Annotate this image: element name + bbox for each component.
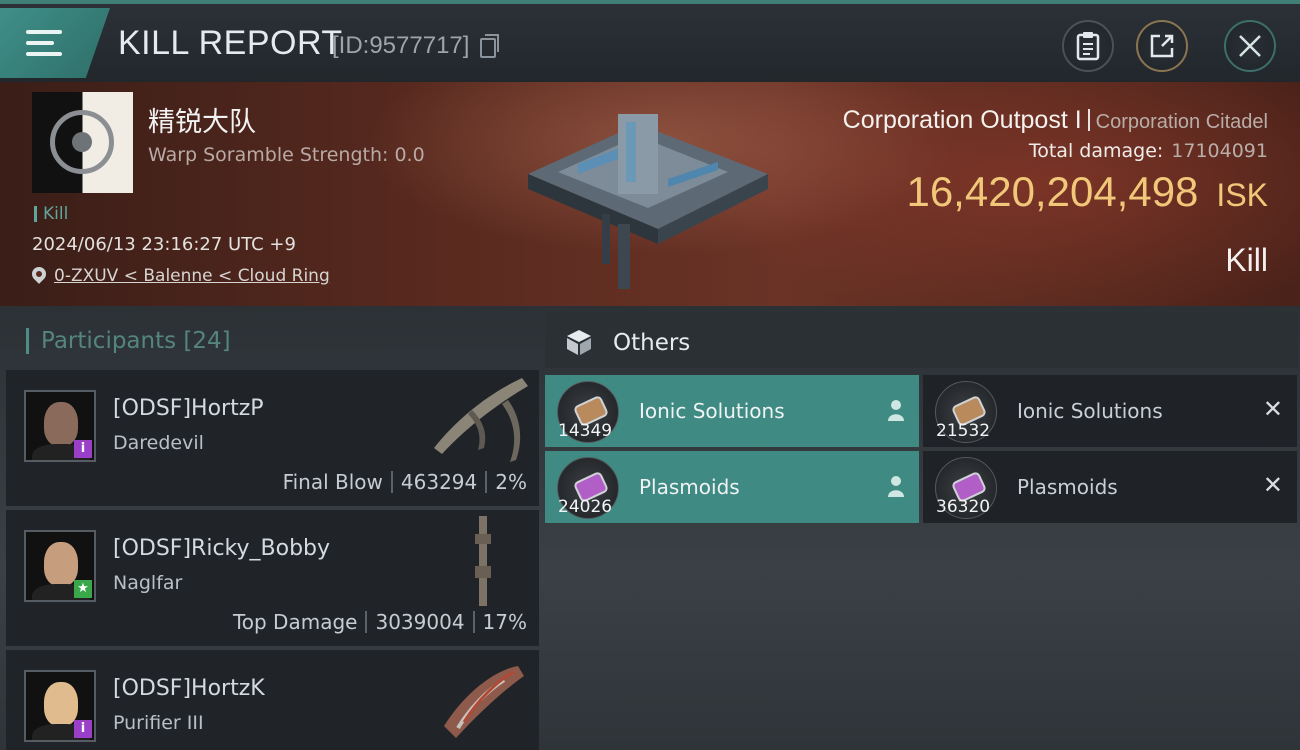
participant-ship: Daredevil: [113, 432, 204, 454]
location-pin-icon: [29, 264, 49, 284]
item-qty: 24026: [558, 497, 613, 517]
kill-location-link[interactable]: 0-ZXUV < Balenne < Cloud Ring: [54, 266, 330, 286]
item-name: Plasmoids: [1017, 475, 1118, 499]
share-icon: [1150, 34, 1174, 58]
badge: i: [74, 720, 92, 738]
close-button[interactable]: [1224, 20, 1276, 72]
participants-header: Participants [24]: [26, 328, 231, 354]
item-qty: 14349: [558, 421, 613, 441]
badge: i: [74, 440, 92, 458]
participant-row[interactable]: i [ODSF]HortzP Daredevil Final Blow 46329…: [6, 370, 539, 506]
victim-corp-name: 精锐大队: [148, 107, 256, 138]
item-name: Plasmoids: [639, 475, 740, 499]
others-panel: Others 14349 Ionic Solutions 21532 Ionic…: [545, 312, 1298, 750]
participant-percent: 2%: [495, 470, 527, 494]
participant-ship: Naglfar: [113, 572, 183, 594]
isk-amount: 16,420,204,498: [906, 168, 1199, 215]
ship-image: [434, 378, 528, 462]
warp-scramble-strength: Warp Soramble Strength: 0.0: [148, 144, 425, 166]
item-dropped[interactable]: 14349 Ionic Solutions: [545, 375, 919, 447]
others-header: Others: [545, 312, 1298, 368]
participant-percent: 17%: [482, 610, 527, 634]
kill-tag: Kill: [34, 206, 68, 223]
x-icon: ✕: [1262, 395, 1283, 423]
x-icon: ✕: [1262, 471, 1283, 499]
participant-stats: Final Blow 463294 2%: [283, 470, 527, 494]
person-icon: [888, 400, 904, 421]
report-id: [ID:9577717]: [332, 32, 470, 59]
participant-row[interactable]: ★ [ODSF]Ricky_Bobby Naglfar Top Damage 30…: [6, 510, 539, 646]
avatar: ★: [24, 530, 96, 602]
item-name: Ionic Solutions: [639, 399, 785, 423]
participant-stats: Top Damage 3039004 17%: [233, 610, 527, 634]
kill-datetime: 2024/06/13 23:16:27 UTC +9: [32, 234, 296, 255]
clipboard-button[interactable]: [1062, 20, 1114, 72]
others-title: Others: [613, 330, 691, 356]
cube-icon: [567, 330, 591, 355]
corp-logo: [32, 92, 133, 193]
ship-image: [444, 666, 524, 738]
avatar: i: [24, 390, 96, 462]
item-destroyed[interactable]: 36320 Plasmoids ✕: [923, 451, 1297, 523]
participant-role: Final Blow: [282, 470, 383, 494]
total-damage-value: 17104091: [1171, 140, 1268, 162]
menu-button[interactable]: [0, 8, 110, 78]
item-qty: 21532: [936, 421, 991, 441]
close-icon: [1239, 35, 1261, 57]
participant-ship: Purifier III: [113, 712, 204, 734]
share-button[interactable]: [1136, 20, 1188, 72]
participants-count: [24]: [183, 328, 231, 354]
participants-label: Participants: [41, 328, 177, 354]
ship-image: [475, 516, 491, 606]
participant-role: Top Damage: [232, 610, 358, 634]
person-icon: [888, 476, 904, 497]
total-damage: Total damage: 17104091: [1029, 140, 1268, 162]
participant-damage: 463294: [400, 470, 478, 494]
participant-name: [ODSF]HortzP: [113, 396, 264, 421]
menu-icon: [26, 30, 62, 56]
details-area: Participants [24] i [ODSF]HortzP Daredev…: [0, 306, 1300, 750]
participant-row[interactable]: i [ODSF]HortzK Purifier III: [6, 650, 539, 750]
header-bar: KILL REPORT [ID:9577717]: [0, 0, 1300, 82]
victim-ship-name: Corporation Outpost I: [842, 106, 1082, 134]
kill-result: Kill: [1225, 242, 1268, 278]
participant-name: [ODSF]Ricky_Bobby: [113, 536, 331, 561]
victim-ship-type: Corporation Outpost I Corporation Citadel: [843, 106, 1268, 135]
victim-structure-image: [528, 114, 768, 289]
copy-icon[interactable]: [480, 34, 499, 58]
participant-name: [ODSF]HortzK: [113, 676, 265, 701]
participant-damage: 3039004: [375, 610, 465, 634]
isk-unit: ISK: [1216, 177, 1268, 213]
avatar: i: [24, 670, 96, 742]
total-damage-label: Total damage:: [1028, 140, 1164, 162]
page-title: KILL REPORT: [118, 24, 343, 62]
kill-banner: 精锐大队 Warp Soramble Strength: 0.0 Kill 20…: [0, 82, 1300, 306]
badge: ★: [74, 580, 92, 598]
victim-ship-class: Corporation Citadel: [1095, 111, 1268, 133]
item-destroyed[interactable]: 21532 Ionic Solutions ✕: [923, 375, 1297, 447]
clipboard-icon: [1076, 32, 1100, 61]
item-name: Ionic Solutions: [1017, 399, 1163, 423]
item-dropped[interactable]: 24026 Plasmoids: [545, 451, 919, 523]
item-qty: 36320: [936, 497, 991, 517]
participants-panel: Participants [24] i [ODSF]HortzP Daredev…: [6, 312, 539, 750]
isk-value: 16,420,204,498 ISK: [906, 168, 1268, 216]
